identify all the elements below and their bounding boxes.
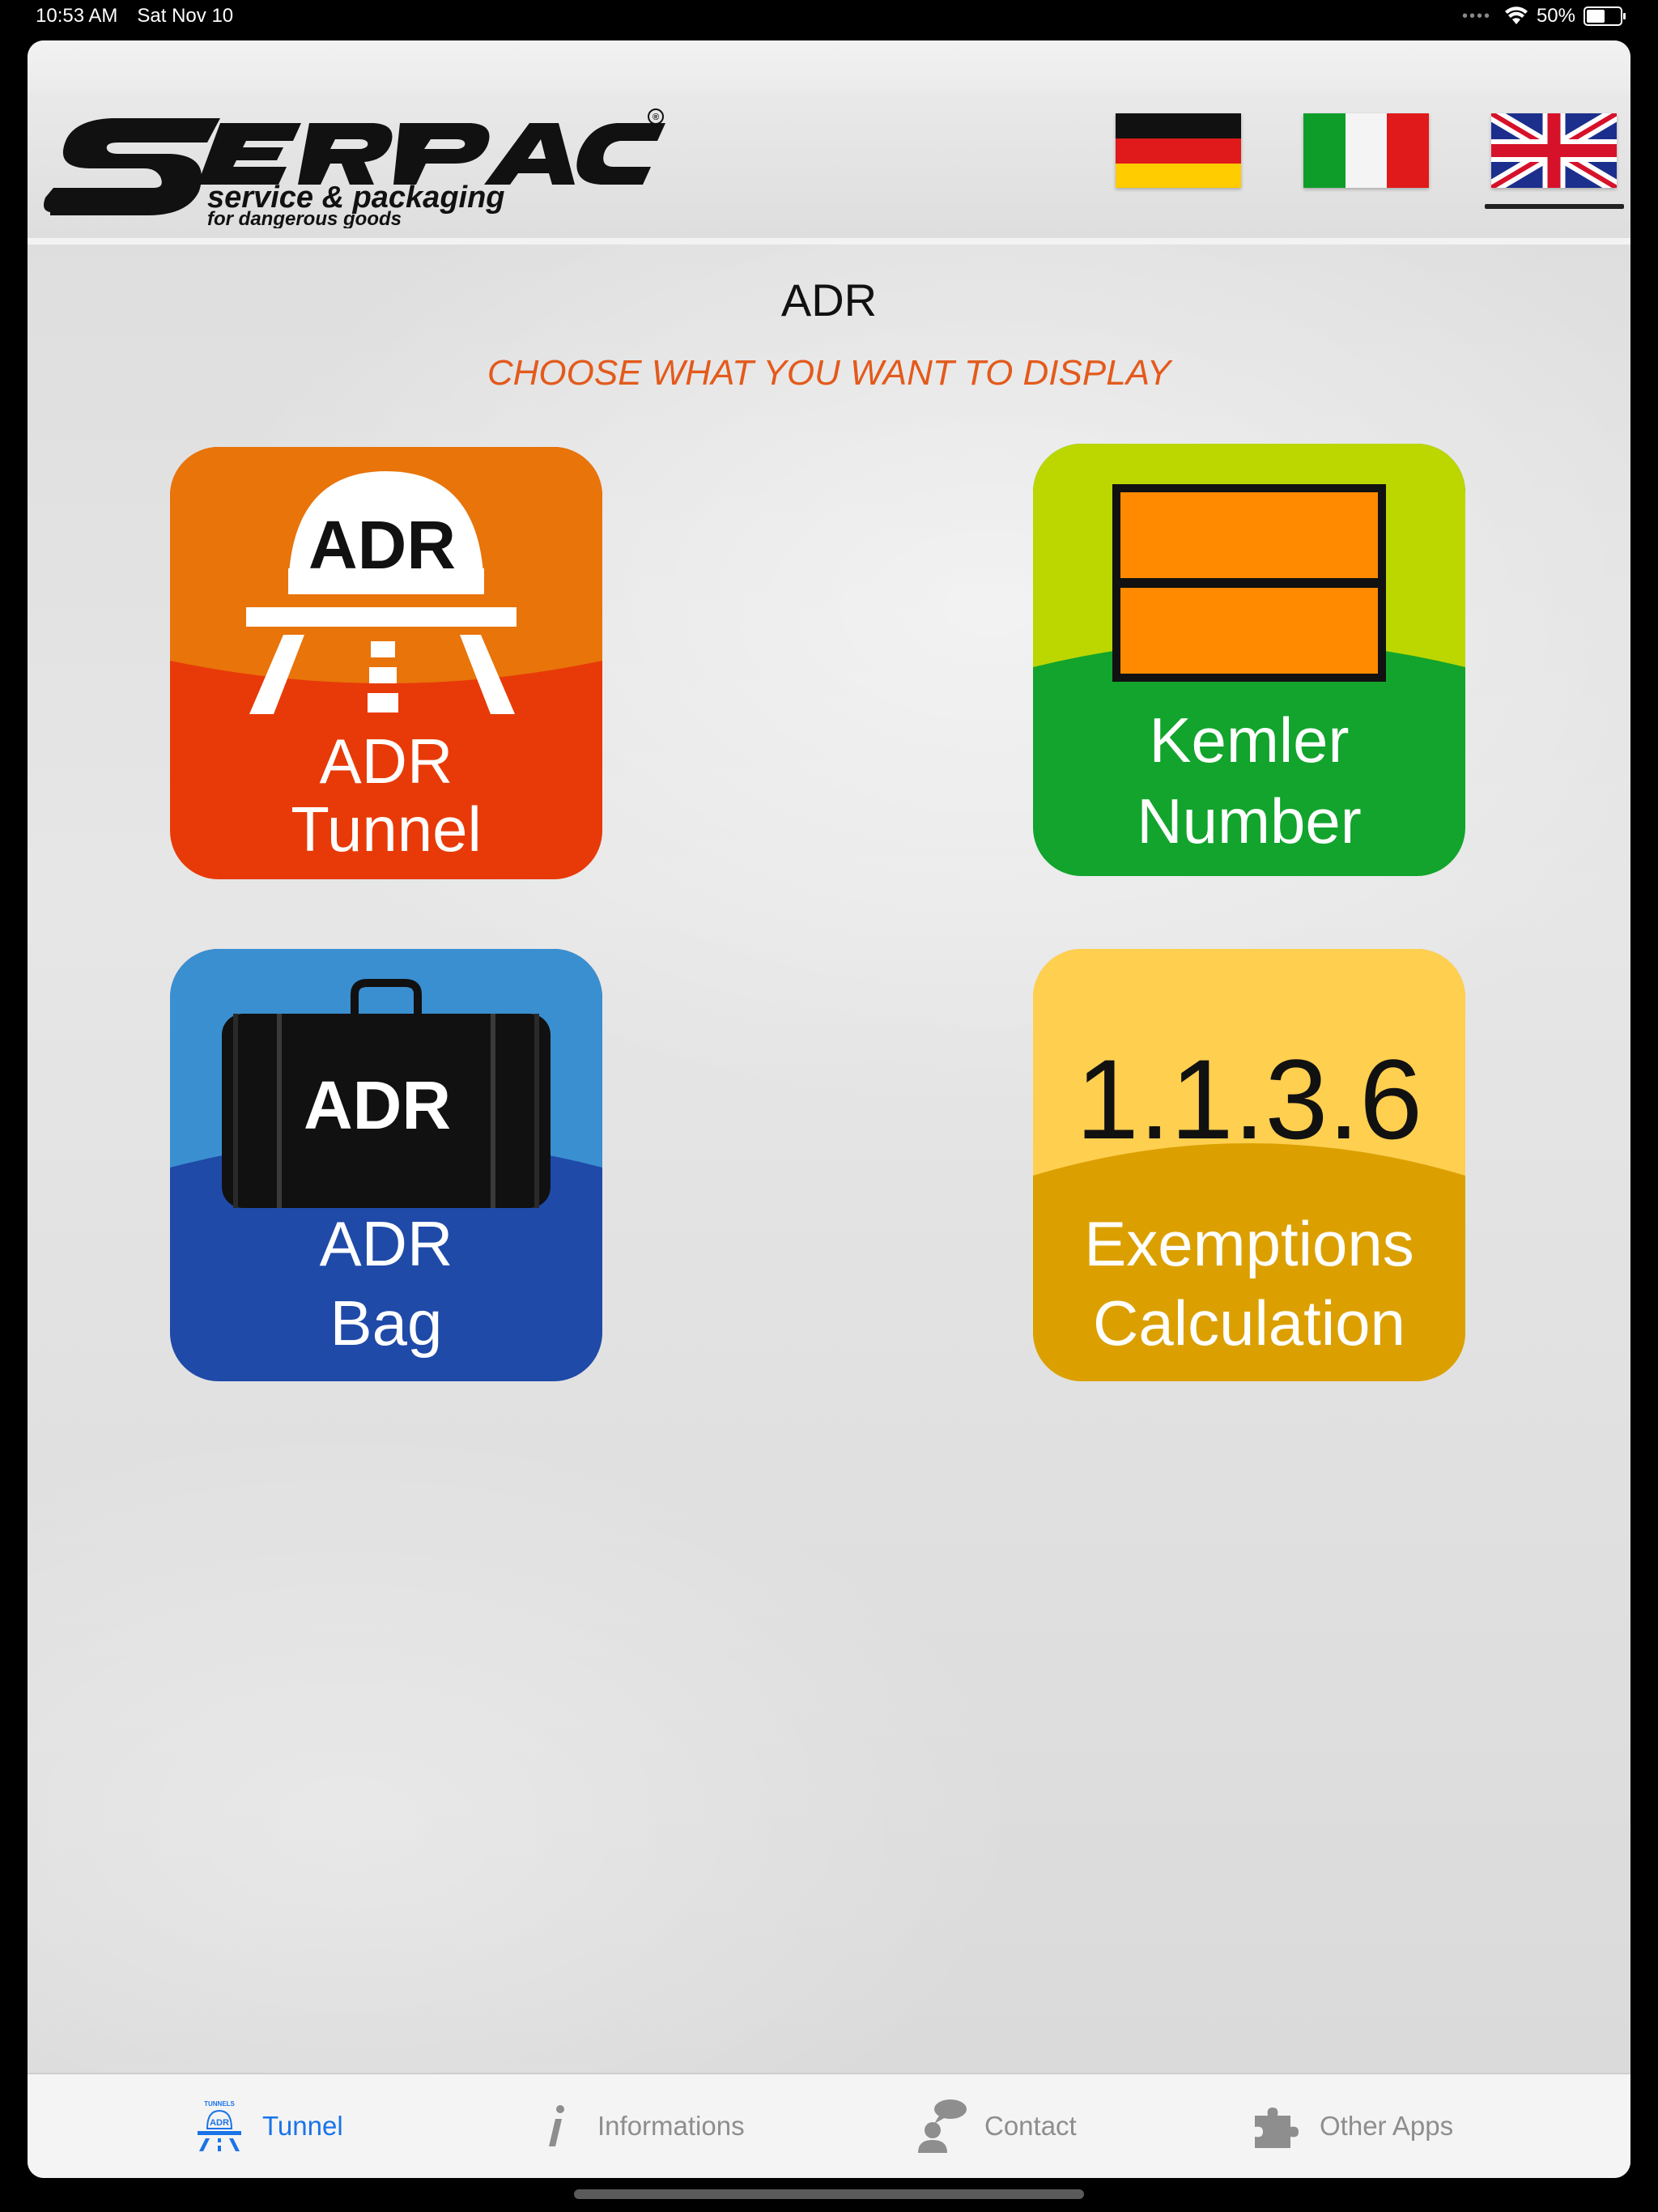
adr-tunnel-icon: TUNNELS ADR	[198, 2100, 241, 2151]
exemptions-tile-line2: Calculation	[1093, 1287, 1405, 1359]
exemptions-tile-line1: Exemptions	[1084, 1208, 1414, 1279]
tab-tunnel[interactable]: TUNNELS ADR Tunnel	[193, 2074, 343, 2178]
app-window: ® service & packaging for dangerous good…	[28, 40, 1630, 2178]
tab-bar: TUNNELS ADR Tunnel Informations Contact …	[28, 2073, 1630, 2178]
battery-percentage: 50%	[1536, 5, 1575, 27]
wifi-icon	[1504, 6, 1528, 24]
serpac-logo: ® service & packaging for dangerous good…	[44, 108, 665, 228]
uk-flag-icon[interactable]	[1491, 113, 1617, 188]
tab-informations[interactable]: Informations	[528, 2074, 745, 2178]
status-bar: 10:53 AM Sat Nov 10 •••• 50%	[0, 0, 1658, 39]
bag-tile-line2: Bag	[329, 1287, 443, 1359]
german-flag-icon[interactable]	[1116, 113, 1241, 188]
navigation-strip	[28, 40, 1630, 91]
logo-subtagline: for dangerous goods	[207, 208, 402, 228]
tab-contact[interactable]: Contact	[915, 2074, 1077, 2178]
info-icon	[549, 2105, 564, 2146]
status-time: 10:53 AM	[36, 5, 118, 27]
adr-bag-button[interactable]: ADR ADR Bag	[170, 949, 602, 1381]
italian-flag-icon[interactable]	[1303, 113, 1429, 188]
status-date: Sat Nov 10	[137, 5, 234, 27]
bag-tile-line1: ADR	[319, 1208, 453, 1279]
registered-mark: ®	[653, 113, 659, 122]
tunnel-tab-icon-caption: TUNNELS	[204, 2100, 235, 2108]
page-title: ADR	[780, 274, 878, 325]
bag-icon-text: ADR	[304, 1067, 451, 1143]
exemptions-icon-text: 1.1.3.6	[1076, 1036, 1422, 1163]
tunnel-tile-line1: ADR	[319, 725, 453, 797]
contact-icon	[918, 2099, 967, 2153]
battery-icon	[1584, 6, 1626, 26]
exemptions-calculation-button[interactable]: 1.1.3.6 Exemptions Calculation	[1033, 949, 1465, 1381]
language-selector	[1064, 113, 1630, 219]
kemler-tile-line2: Number	[1137, 785, 1362, 857]
kemler-number-button[interactable]: Kemler Number	[1033, 444, 1465, 876]
cellular-signal-icon: ••••	[1461, 6, 1491, 25]
tab-tunnel-label: Tunnel	[262, 2111, 343, 2141]
selected-language-indicator	[1485, 204, 1624, 209]
adr-tunnel-button[interactable]: ADR ADR Tunnel	[170, 447, 602, 879]
app-header: ® service & packaging for dangerous good…	[28, 91, 1630, 245]
tab-informations-label: Informations	[597, 2111, 745, 2141]
tunnel-tab-icon-text: ADR	[210, 2118, 229, 2128]
tunnel-tile-line2: Tunnel	[291, 793, 482, 865]
page-subtitle: CHOOSE WHAT YOU WANT TO DISPLAY	[487, 353, 1171, 393]
home-indicator[interactable]	[574, 2189, 1084, 2199]
tab-contact-label: Contact	[984, 2111, 1077, 2141]
kemler-tile-line1: Kemler	[1149, 704, 1350, 776]
tab-other-apps-label: Other Apps	[1320, 2111, 1454, 2141]
tab-other-apps[interactable]: Other Apps	[1250, 2074, 1453, 2178]
puzzle-icon	[1255, 2108, 1299, 2148]
tunnel-icon-text: ADR	[308, 507, 456, 583]
